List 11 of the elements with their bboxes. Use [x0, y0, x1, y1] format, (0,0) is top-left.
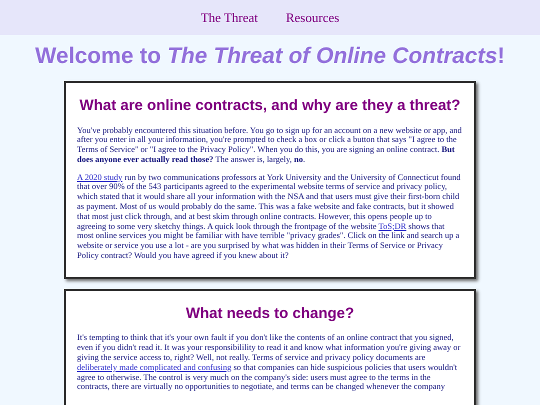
paragraph: You've probably encountered this situation before. You go to sign up for an account on a new website or app, and after you enter in all your information, you're prompted to check a box or click a button that says "I agree to the Terms of Service" or "I agree to the Privacy Policy". When you do this, you are signing an online contract. But does anyone ever actually read those? The answer is, largely, no. [77, 126, 463, 165]
paragraph: It's tempting to think that it's your own fault if you don't like the contents of an online contract that you signed, even if you didn't read it. It was your responsibilility to read it and know what information you're giving away or giving the service access to, right? Well, not really. Terms of service and privacy policy documents are deliberately made complicated and confusing so that companies can hide suspicious policies that users wouldn't agree to otherwise. The control is very much on the company's side: users must agree to the terms in the contracts, there are virtually no opportunities to negotiate, and terms can be changed whenever the company [77, 333, 462, 392]
nav-link[interactable]: Resources [286, 8, 340, 28]
section-heading: What needs to change? [184, 304, 356, 324]
nav-link[interactable]: The Threat [200, 8, 258, 28]
text-link[interactable]: ToS;DR [378, 220, 406, 231]
paragraph: A 2020 study run by two communications professors at York University and the University of Connecticut found that over 90% of the 543 participants agreed to the experimental website terms of service and privacy policy, which stated that it would share all your information with the NSA and that users must give their first-born child as payment. Most of us would probably do the same. This was a fake website and fake contracts, but it showed that most just click through, and at best skim through online contracts. However, this opens people up to agreeing to some very sketchy things. A quick look through the frontpage of the website ToS;DR shows that most online services you might be familiar with have terrible "privacy grades". Click on the link and search up a website or service you use a lot - are you surprised by what was hidden in their Terms of Service or Privacy Policy contract? Would you have agreed if you knew about it? [77, 172, 462, 261]
text-link[interactable]: A 2020 study [77, 172, 122, 182]
text-link[interactable]: deliberately made complicated and confusing [77, 362, 232, 372]
section-heading: What are online contracts, and why are they a threat? [78, 96, 462, 116]
page-title: Welcome to The Threat of Online Contracts! [34, 42, 506, 70]
